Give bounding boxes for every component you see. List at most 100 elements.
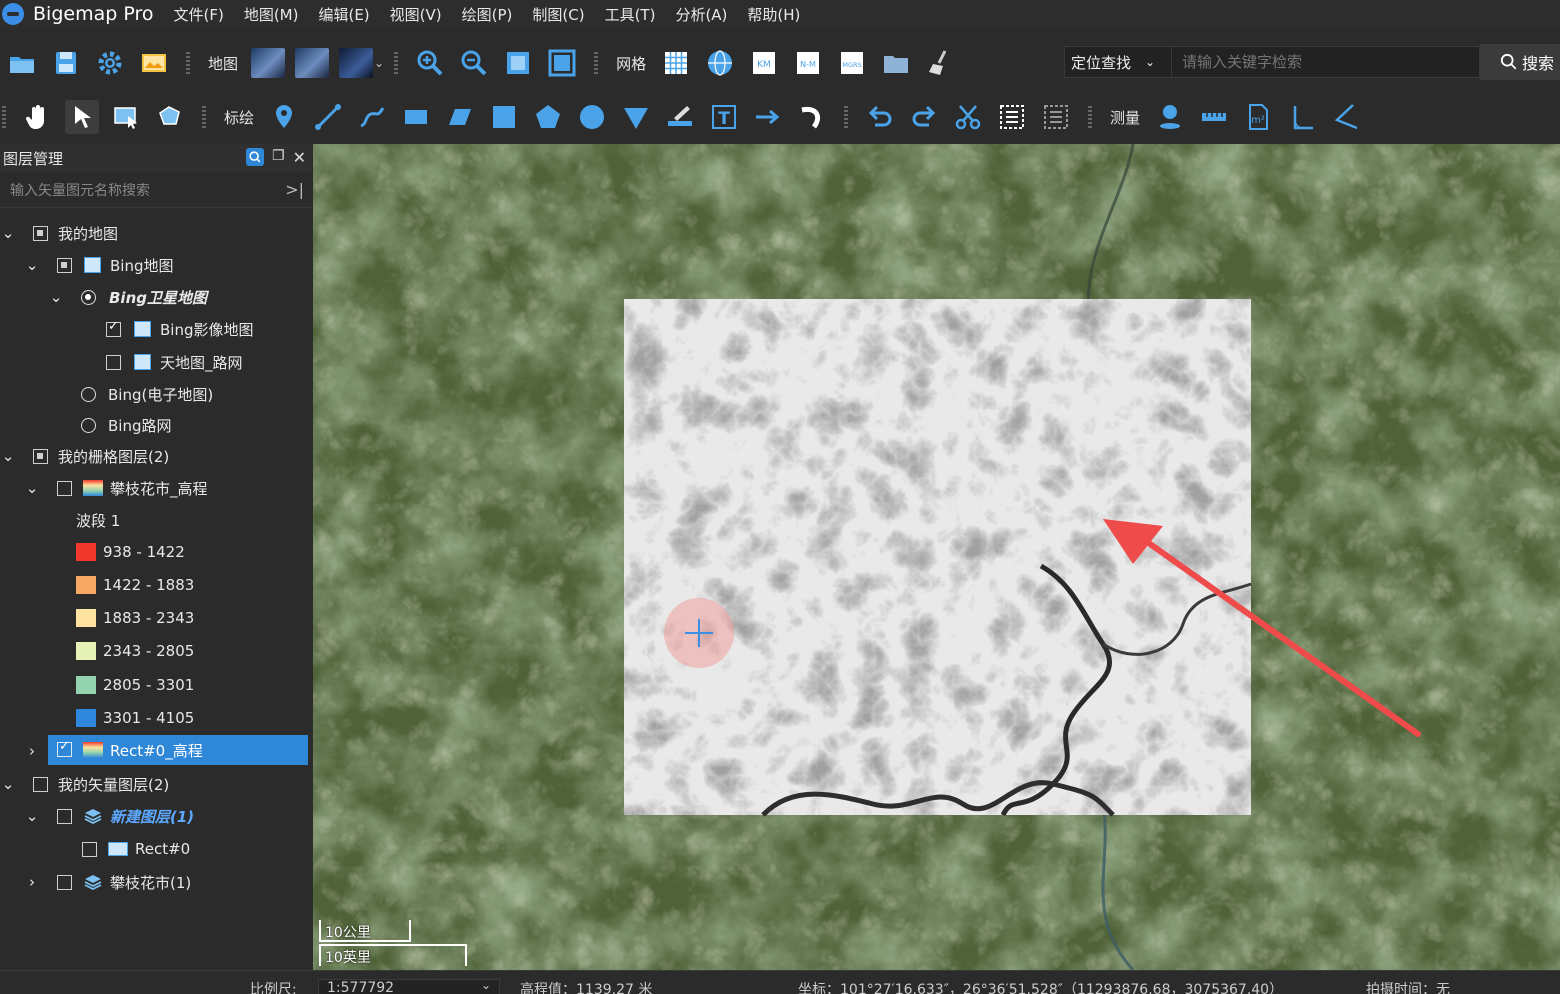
select-arrow-icon[interactable] — [65, 100, 99, 134]
layer-row-bing-image[interactable]: Bing影像地图 — [0, 313, 312, 345]
layer-checkbox[interactable] — [33, 448, 48, 464]
panel-search-icon[interactable] — [246, 148, 265, 166]
layer-checkbox[interactable] — [33, 776, 48, 792]
layer-row-bing-map[interactable]: ⌄ Bing地图 — [0, 249, 312, 281]
parallelogram-draw-icon[interactable] — [443, 100, 477, 134]
attribute-table-icon[interactable] — [995, 100, 1029, 134]
layer-checkbox[interactable] — [57, 739, 72, 757]
redo-icon[interactable] — [907, 100, 941, 134]
menu-cartography[interactable]: 制图(C) — [532, 4, 584, 25]
arrow-draw-icon[interactable] — [751, 100, 785, 134]
menu-help[interactable]: 帮助(H) — [747, 4, 800, 25]
km-grid-icon[interactable]: KM — [747, 46, 781, 80]
mgrs-grid-icon[interactable]: MGRS — [835, 46, 869, 80]
menu-analysis[interactable]: 分析(A) — [675, 4, 727, 25]
search-button[interactable]: 搜索 — [1480, 44, 1560, 80]
layer-checkbox[interactable] — [82, 841, 97, 857]
layer-radio[interactable] — [81, 417, 96, 433]
search-mode-select[interactable]: 定位查找 ⌄ — [1064, 46, 1172, 78]
image-icon[interactable] — [137, 46, 171, 80]
settings-gear-icon[interactable] — [93, 46, 127, 80]
menu-draw[interactable]: 绘图(P) — [462, 4, 513, 25]
grid-icon[interactable] — [659, 46, 693, 80]
search-input[interactable] — [1172, 46, 1480, 78]
chevron-down-icon[interactable]: ⌄ — [26, 479, 39, 497]
layer-checkbox[interactable] — [106, 354, 121, 370]
rect-select-icon[interactable] — [109, 100, 143, 134]
chevron-down-icon[interactable]: ⌄ — [2, 224, 15, 242]
lnglat-grid-icon[interactable] — [703, 46, 737, 80]
layer-radio[interactable] — [81, 289, 96, 305]
measure-point-icon[interactable] — [1153, 100, 1187, 134]
sector-draw-icon[interactable] — [619, 100, 653, 134]
layer-row-bing-satellite[interactable]: ⌄ Bing卫星地图 — [0, 281, 312, 313]
line-draw-icon[interactable] — [311, 100, 345, 134]
full-extent-icon[interactable] — [545, 46, 579, 80]
layer-row-bing-road[interactable]: Bing路网 — [0, 409, 312, 441]
layer-radio[interactable] — [81, 386, 96, 402]
chevron-right-icon[interactable]: › — [26, 742, 38, 760]
square-draw-icon[interactable] — [487, 100, 521, 134]
layer-checkbox[interactable] — [57, 480, 72, 496]
map-canvas[interactable]: 10公里 10英里 — [313, 144, 1560, 970]
layer-checkbox[interactable] — [57, 874, 72, 890]
layer-row-my-raster[interactable]: ⌄ 我的栅格图层(2) — [0, 440, 312, 472]
chevron-down-icon[interactable]: ⌄ — [26, 807, 39, 825]
measure-distance-icon[interactable] — [1197, 100, 1231, 134]
polygon-select-icon[interactable] — [153, 100, 187, 134]
zoom-out-icon[interactable] — [457, 46, 491, 80]
scale-select[interactable]: 1:577792 ⌄ — [318, 978, 500, 994]
layer-row-my-vector[interactable]: ⌄ 我的矢量图层(2) — [0, 768, 312, 800]
circle-draw-icon[interactable] — [575, 100, 609, 134]
open-folder-icon[interactable] — [5, 46, 39, 80]
folder-map-icon[interactable] — [879, 46, 913, 80]
chevron-down-icon[interactable]: ⌄ — [26, 256, 39, 274]
zoom-in-icon[interactable] — [413, 46, 447, 80]
clear-broom-icon[interactable] — [923, 46, 957, 80]
close-icon[interactable]: ✕ — [293, 148, 306, 167]
map-source-thumb-3[interactable] — [339, 46, 374, 80]
map-source-thumb-1[interactable] — [251, 46, 286, 80]
float-window-icon[interactable]: ❐ — [272, 148, 285, 167]
chevron-right-icon[interactable]: › — [26, 873, 38, 891]
menu-file[interactable]: 文件(F) — [173, 4, 223, 25]
layer-checkbox[interactable] — [33, 225, 48, 241]
edit-line-icon[interactable] — [663, 100, 697, 134]
menu-map[interactable]: 地图(M) — [244, 4, 299, 25]
measure-angle-icon[interactable] — [1285, 100, 1319, 134]
layer-checkbox[interactable] — [106, 319, 121, 337]
save-icon[interactable] — [49, 46, 83, 80]
layer-row-new-layer[interactable]: ⌄ 新建图层(1) — [0, 800, 312, 832]
menu-view[interactable]: 视图(V) — [390, 4, 442, 25]
chevron-down-icon[interactable]: ⌄ — [50, 288, 63, 306]
pan-hand-icon[interactable] — [21, 100, 55, 134]
layer-row-tianditu-road[interactable]: 天地图_路网 — [0, 346, 312, 378]
measure-area-icon[interactable]: m² — [1241, 100, 1275, 134]
layer-row-panzhihua[interactable]: › 攀枝花市(1) — [0, 866, 312, 898]
undo-icon[interactable] — [863, 100, 897, 134]
collapse-panel-icon[interactable]: >| — [285, 180, 304, 199]
rectangle-draw-icon[interactable] — [399, 100, 433, 134]
layer-checkbox[interactable] — [57, 808, 72, 824]
zoom-extent-icon[interactable] — [501, 46, 535, 80]
list-view-icon[interactable] — [1039, 100, 1073, 134]
cut-scissors-icon[interactable] — [951, 100, 985, 134]
layer-row-my-map[interactable]: ⌄ 我的地图 — [0, 217, 312, 249]
nm-grid-icon[interactable]: N-M — [791, 46, 825, 80]
marker-pin-icon[interactable] — [267, 100, 301, 134]
pentagon-draw-icon[interactable] — [531, 100, 565, 134]
layer-row-rect0[interactable]: Rect#0 — [0, 833, 312, 865]
layer-row-bing-electronic[interactable]: Bing(电子地图) — [0, 378, 312, 410]
text-tool-icon[interactable]: T — [707, 100, 741, 134]
chevron-down-icon[interactable]: ⌄ — [2, 775, 15, 793]
layer-row-rect-dem[interactable]: Rect#0_高程 — [48, 735, 308, 765]
map-source-dropdown-chevron-icon[interactable]: ⌄ — [374, 56, 384, 70]
layer-row-panzhihua-dem[interactable]: ⌄ 攀枝花市_高程 — [0, 472, 312, 504]
layer-search-field[interactable]: 输入矢量图元名称搜索 >| — [0, 172, 312, 208]
chevron-down-icon[interactable]: ⌄ — [2, 447, 15, 465]
freehand-line-icon[interactable] — [355, 100, 389, 134]
menu-edit[interactable]: 编辑(E) — [318, 4, 369, 25]
layer-checkbox[interactable] — [57, 257, 72, 273]
menu-tools[interactable]: 工具(T) — [605, 4, 656, 25]
map-source-thumb-2[interactable] — [295, 46, 330, 80]
